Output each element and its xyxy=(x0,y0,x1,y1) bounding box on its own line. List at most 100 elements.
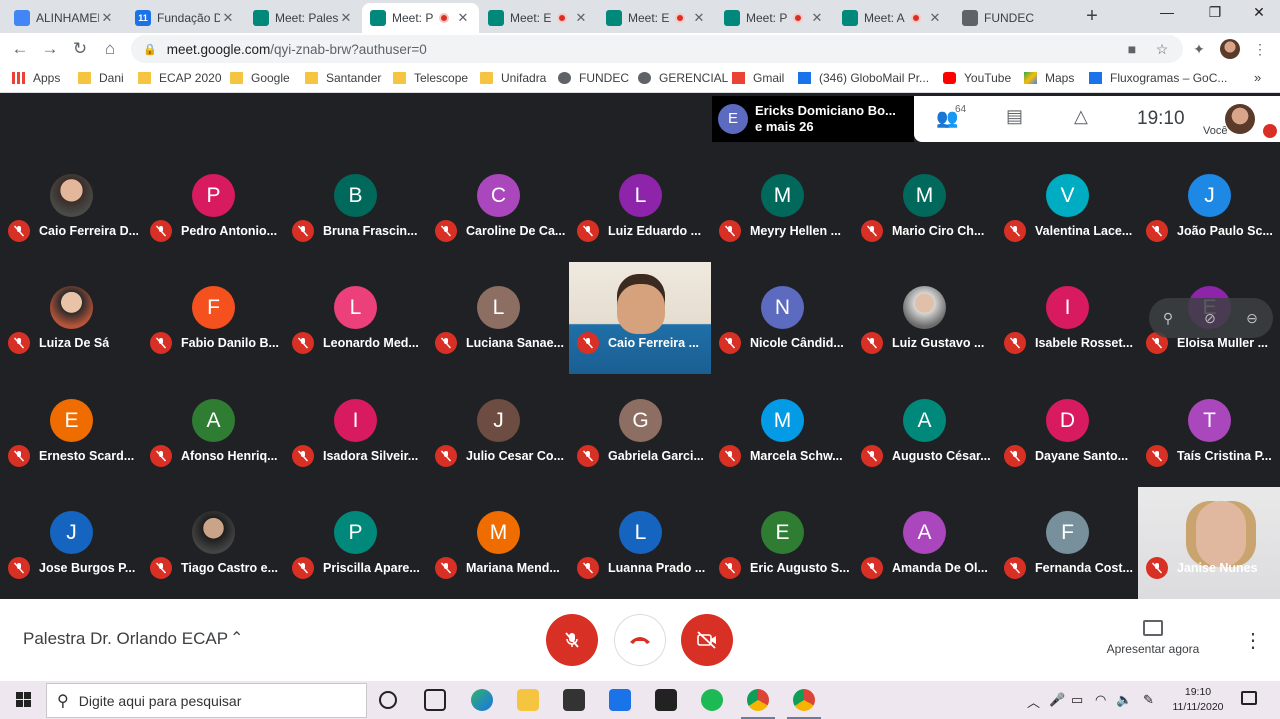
participant-tile[interactable]: E Eric Augusto S... xyxy=(711,487,853,599)
show-hidden-icons[interactable]: ︿ xyxy=(1027,692,1040,711)
participant-tile[interactable]: P Pedro Antonio... xyxy=(142,150,284,262)
participant-tile[interactable]: Caio Ferreira D... xyxy=(0,150,142,262)
close-window-button[interactable]: ✕ xyxy=(1236,4,1280,26)
bookmark-dani[interactable]: Dani xyxy=(78,71,124,85)
close-tab-icon[interactable]: ✕ xyxy=(220,10,236,26)
home-icon[interactable]: ⌂ xyxy=(100,39,120,59)
chevron-up-icon[interactable]: ⌃ xyxy=(230,628,243,648)
browser-tab[interactable]: Meet: Palestra✕ xyxy=(245,3,362,33)
bookmark-star-icon[interactable]: ☆ xyxy=(1154,41,1170,58)
bookmark-santander[interactable]: Santander xyxy=(305,71,381,85)
pin-icon[interactable]: ⚲ xyxy=(1155,305,1181,331)
bookmark-unifadra[interactable]: Unifadra xyxy=(480,71,546,85)
present-now-button[interactable]: Apresentar agora xyxy=(1100,620,1206,656)
participant-tile[interactable]: L Leonardo Med... xyxy=(284,262,426,374)
chrome-profile-icon[interactable] xyxy=(787,689,821,719)
browser-tab[interactable]: Meet: E ✕ xyxy=(480,3,597,33)
spotify-icon[interactable] xyxy=(701,689,723,711)
close-tab-icon[interactable]: ✕ xyxy=(338,10,354,26)
participant-tile[interactable]: A Augusto César... xyxy=(853,375,995,487)
bookmark-fluxogramas-goc[interactable]: Fluxogramas – GoC... xyxy=(1089,71,1227,85)
participant-tile[interactable]: M Meyry Hellen ... xyxy=(711,150,853,262)
participant-tile[interactable]: J João Paulo Sc... xyxy=(1138,150,1280,262)
participant-tile[interactable]: M Mario Ciro Ch... xyxy=(853,150,995,262)
windows-start-icon[interactable] xyxy=(8,690,38,710)
participant-tile[interactable]: D Dayane Santo... xyxy=(996,375,1138,487)
close-tab-icon[interactable]: ✕ xyxy=(99,10,115,26)
edge-icon[interactable] xyxy=(471,689,493,711)
participant-tile[interactable]: F Fernanda Cost... xyxy=(996,487,1138,599)
browser-tab[interactable]: FUNDEC xyxy=(954,3,1071,33)
file-explorer-icon[interactable] xyxy=(517,689,539,711)
bookmark-gmail[interactable]: Gmail xyxy=(732,71,784,85)
participant-tile[interactable]: T Taís Cristina P... xyxy=(1138,375,1280,487)
more-bookmarks-button[interactable]: » xyxy=(1254,70,1261,85)
participant-tile[interactable]: C Caroline De Ca... xyxy=(427,150,569,262)
maximize-button[interactable]: ❐ xyxy=(1192,4,1238,26)
remove-participant-icon[interactable]: ⊖ xyxy=(1239,305,1265,331)
battery-icon[interactable]: ▭ xyxy=(1071,692,1083,708)
minimize-button[interactable]: — xyxy=(1144,4,1190,26)
participant-tile[interactable]: V Valentina Lace... xyxy=(996,150,1138,262)
forward-icon[interactable]: → xyxy=(40,39,60,59)
participant-tile[interactable]: I Isadora Silveir... xyxy=(284,375,426,487)
participant-tile[interactable]: N Nicole Cândid... xyxy=(711,262,853,374)
participant-tile[interactable]: Luiz Gustavo ... xyxy=(853,262,995,374)
microphone-icon[interactable]: 🎤 xyxy=(1049,692,1065,708)
browser-tab[interactable]: Meet: A ✕ xyxy=(834,3,951,33)
cortana-icon[interactable] xyxy=(379,691,397,709)
participant-tile[interactable]: Caio Ferreira ... xyxy=(569,262,711,374)
participant-tile[interactable]: Janise Nunes xyxy=(1138,487,1280,599)
reload-icon[interactable]: ↻ xyxy=(70,39,90,59)
bookmark-gerencial[interactable]: GERENCIAL xyxy=(638,71,728,85)
participant-tile[interactable]: J Jose Burgos P... xyxy=(0,487,142,599)
participant-tile[interactable]: M Mariana Mend... xyxy=(427,487,569,599)
close-tab-icon[interactable]: ✕ xyxy=(809,10,825,26)
participant-tile[interactable]: G Gabriela Garci... xyxy=(569,375,711,487)
participant-tile[interactable]: M Marcela Schw... xyxy=(711,375,853,487)
close-tab-icon[interactable]: ✕ xyxy=(455,10,471,26)
extensions-icon[interactable]: ✦ xyxy=(1191,41,1207,58)
meeting-title[interactable]: Palestra Dr. Orlando ECAP xyxy=(23,629,228,649)
participant-tile[interactable]: L Luciana Sanae... xyxy=(427,262,569,374)
bookmark-google[interactable]: Google xyxy=(230,71,290,85)
bookmark-youtube[interactable]: YouTube xyxy=(943,71,1011,85)
bookmark-maps[interactable]: Maps xyxy=(1024,71,1074,85)
participant-tile[interactable]: A Amanda De Ol... xyxy=(853,487,995,599)
participant-tile[interactable]: E Ernesto Scard... xyxy=(0,375,142,487)
camera-icon[interactable]: ■ xyxy=(1124,41,1140,57)
mic-toggle-button[interactable] xyxy=(546,614,598,666)
new-tab-button[interactable]: + xyxy=(1082,5,1102,28)
bookmark-346-globomail-pr[interactable]: (346) GloboMail Pr... xyxy=(798,71,929,85)
activities-icon[interactable]: △ xyxy=(1074,106,1088,127)
bookmark-fundec[interactable]: FUNDEC xyxy=(558,71,629,85)
mail-icon[interactable] xyxy=(609,689,631,711)
browser-tab[interactable]: Meet: P ✕ xyxy=(716,3,833,33)
store-icon[interactable] xyxy=(563,689,585,711)
participant-tile[interactable]: I Isabele Rosset... xyxy=(996,262,1138,374)
taskbar-search[interactable]: ⚲ Digite aqui para pesquisar xyxy=(46,683,367,718)
pen-icon[interactable]: ✎ xyxy=(1143,692,1154,708)
camera-toggle-button[interactable] xyxy=(681,614,733,666)
chrome-icon[interactable] xyxy=(741,689,775,719)
taskbar-clock[interactable]: 19:10 11/11/2020 xyxy=(1164,685,1232,715)
mute-participant-icon[interactable]: ⊘ xyxy=(1197,305,1223,331)
browser-tab[interactable]: Meet: E ✕ xyxy=(598,3,715,33)
browser-tab[interactable]: Meet: P ✕ xyxy=(362,3,479,33)
bookmark-telescope[interactable]: Telescope xyxy=(393,71,468,85)
chat-icon[interactable]: ▤ xyxy=(1006,106,1023,127)
bookmark-ecap-2020[interactable]: ECAP 2020 xyxy=(138,71,222,85)
participant-tile[interactable]: L Luiz Eduardo ... xyxy=(569,150,711,262)
more-options-icon[interactable]: ⋮ xyxy=(1243,628,1263,653)
participant-tile[interactable]: B Bruna Frascin... xyxy=(284,150,426,262)
address-bar[interactable]: 🔒 meet.google.com/qyi-znab-brw?authuser=… xyxy=(131,35,1183,63)
close-tab-icon[interactable]: ✕ xyxy=(573,10,589,26)
profile-avatar[interactable] xyxy=(1220,39,1240,59)
browser-menu-icon[interactable]: ⋮ xyxy=(1252,41,1268,58)
leave-call-button[interactable] xyxy=(614,614,666,666)
participant-tile[interactable]: L Luanna Prado ... xyxy=(569,487,711,599)
browser-tab[interactable]: 11 Fundação D ✕ xyxy=(127,3,244,33)
participant-tile[interactable]: Luiza De Sá xyxy=(0,262,142,374)
sticky-notes-icon[interactable] xyxy=(655,689,677,711)
notification-icon[interactable] xyxy=(1241,691,1257,705)
